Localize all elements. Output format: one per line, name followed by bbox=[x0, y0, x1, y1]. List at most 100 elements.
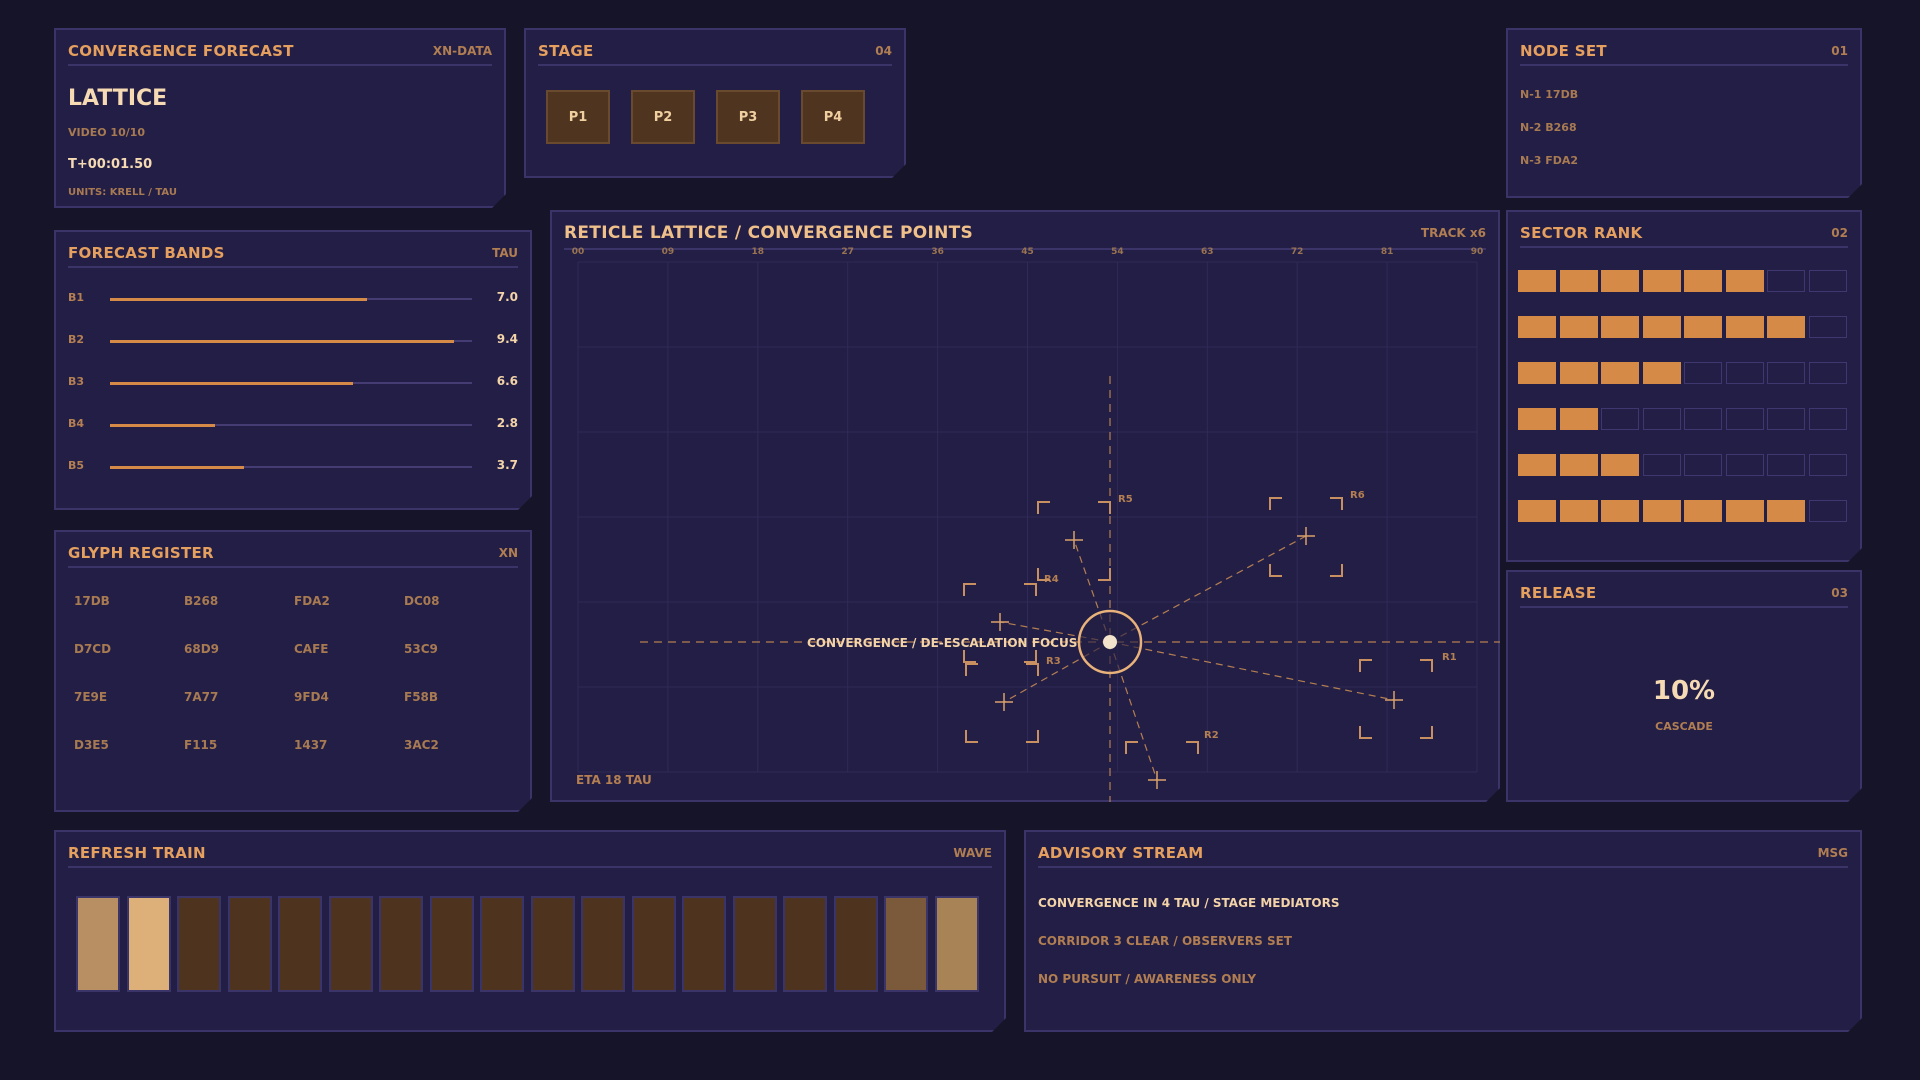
reticle-label: R5 bbox=[1118, 494, 1133, 505]
stage-p3-button[interactable]: P3 bbox=[716, 90, 780, 144]
forecast-panel: CONVERGENCE FORECAST XN-DATA LATTICE VID… bbox=[54, 28, 506, 208]
reticle-bracket bbox=[1098, 568, 1110, 580]
band-track bbox=[110, 424, 472, 426]
convergence-focus-dot bbox=[1103, 635, 1117, 649]
sector-rank-cell bbox=[1726, 270, 1764, 292]
advisory-line: NO PURSUIT / AWARENESS ONLY bbox=[1038, 972, 1257, 986]
band-fill bbox=[110, 298, 367, 301]
sector-rank-cell bbox=[1601, 454, 1639, 476]
forecast-tag: XN-DATA bbox=[432, 44, 492, 58]
refresh-train-bar bbox=[632, 896, 676, 992]
sector-rank-cell bbox=[1518, 500, 1556, 522]
glyph-item: 17DB bbox=[74, 594, 110, 608]
band-label: B3 bbox=[68, 375, 85, 388]
glyph-item: 1437 bbox=[294, 738, 328, 752]
band-value: 6.6 bbox=[496, 374, 518, 388]
sector-rank-cell bbox=[1518, 270, 1556, 292]
band-track bbox=[110, 382, 472, 384]
forecast-name: LATTICE bbox=[68, 86, 168, 111]
refresh-train-bar bbox=[581, 896, 625, 992]
train-header: REFRESH TRAIN WAVE bbox=[68, 840, 992, 868]
advisory-line: CONVERGENCE IN 4 TAU / STAGE MEDIATORS bbox=[1038, 896, 1340, 910]
glyph-item: 7E9E bbox=[74, 690, 108, 704]
sector-rank-cell bbox=[1684, 362, 1722, 384]
stage-header: STAGE 04 bbox=[538, 38, 892, 66]
sector-rank-cell bbox=[1684, 316, 1722, 338]
glyph-item: 9FD4 bbox=[294, 690, 329, 704]
sector-rank-cell bbox=[1684, 454, 1722, 476]
sector-rank-cell bbox=[1518, 408, 1556, 430]
sector-rank-cell bbox=[1809, 408, 1847, 430]
advisory-line: CORRIDOR 3 CLEAR / OBSERVERS SET bbox=[1038, 934, 1292, 948]
sector-rank-cell bbox=[1643, 408, 1681, 430]
axis-tick-label: 09 bbox=[662, 247, 675, 257]
sector-rank-cell bbox=[1809, 454, 1847, 476]
reticle-label: R3 bbox=[1046, 656, 1061, 667]
train-title: REFRESH TRAIN bbox=[68, 844, 206, 862]
reticle-lattice-panel: RETICLE LATTICE / CONVERGENCE POINTS TRA… bbox=[550, 210, 1500, 802]
glyph-item: 3AC2 bbox=[404, 738, 439, 752]
bands-tag: TAU bbox=[492, 246, 518, 260]
reticle-bracket bbox=[1420, 726, 1432, 738]
sector-rank-cell bbox=[1601, 316, 1639, 338]
glyph-header: GLYPH REGISTER XN bbox=[68, 540, 518, 568]
band-fill bbox=[110, 424, 215, 427]
bands-panel: FORECAST BANDS TAU B1 7.0 B2 9.4 B3 6.6 B4 2.8 B… bbox=[54, 230, 532, 510]
refresh-train-bar bbox=[935, 896, 979, 992]
focus-label: CONVERGENCE / DE-ESCALATION FOCUS bbox=[807, 636, 1077, 650]
stage-p4-button[interactable]: P4 bbox=[801, 90, 865, 144]
glyph-tag: XN bbox=[498, 546, 518, 560]
refresh-train-panel: REFRESH TRAIN WAVE bbox=[54, 830, 1006, 1032]
glyph-item: D3E5 bbox=[74, 738, 109, 752]
sector-rank-cell bbox=[1726, 500, 1764, 522]
reticle-label: R1 bbox=[1442, 652, 1457, 663]
glyph-item: 68D9 bbox=[184, 642, 220, 656]
glyph-item: DC08 bbox=[404, 594, 440, 608]
reticle-bracket bbox=[1420, 660, 1432, 672]
reticle-bracket bbox=[1360, 660, 1372, 672]
glyph-item: CAFE bbox=[294, 642, 329, 656]
sector-rank-cell bbox=[1767, 362, 1805, 384]
refresh-train-bar bbox=[379, 896, 423, 992]
reticle-bracket bbox=[1330, 564, 1342, 576]
refresh-train-bar bbox=[430, 896, 474, 992]
release-panel: RELEASE 03 10% CASCADE bbox=[1506, 570, 1862, 802]
reticle-bracket bbox=[964, 650, 976, 662]
sector-tag: 02 bbox=[1831, 226, 1848, 240]
stage-tag: 04 bbox=[875, 44, 892, 58]
glyph-title: GLYPH REGISTER bbox=[68, 544, 214, 562]
stage-p1-button[interactable]: P1 bbox=[546, 90, 610, 144]
reticle-bracket bbox=[1186, 742, 1198, 754]
axis-tick-label: 00 bbox=[572, 247, 585, 257]
sector-rank-cell bbox=[1809, 316, 1847, 338]
advisory-header: ADVISORY STREAM MSG bbox=[1038, 840, 1848, 868]
axis-tick-label: 45 bbox=[1021, 247, 1034, 257]
reticle-bracket bbox=[1330, 498, 1342, 510]
reticle-lattice-svg[interactable]: 00 09 18 27 36 45 54 63 72 81 90R1R2R3R4R5 R6CONVER… bbox=[552, 212, 1502, 804]
refresh-train-bar bbox=[228, 896, 272, 992]
sector-rank-cell bbox=[1767, 454, 1805, 476]
advisory-title: ADVISORY STREAM bbox=[1038, 844, 1204, 862]
sector-rank-cell bbox=[1560, 270, 1598, 292]
band-value: 7.0 bbox=[496, 290, 518, 304]
sector-rank-cell bbox=[1809, 362, 1847, 384]
node-item: N-2 B268 bbox=[1520, 121, 1577, 134]
glyph-item: 53C9 bbox=[404, 642, 438, 656]
convergence-line bbox=[1110, 642, 1394, 700]
reticle-bracket bbox=[1360, 726, 1372, 738]
forecast-header: CONVERGENCE FORECAST XN-DATA bbox=[68, 38, 492, 66]
sector-rank-cell bbox=[1643, 362, 1681, 384]
forecast-video: VIDEO 10/10 bbox=[68, 126, 146, 139]
reticle-bracket bbox=[964, 584, 976, 596]
sector-rank-cell bbox=[1643, 500, 1681, 522]
stage-p2-button[interactable]: P2 bbox=[631, 90, 695, 144]
sector-rank-cell bbox=[1726, 454, 1764, 476]
reticle-bracket bbox=[966, 664, 978, 676]
nodeset-panel: NODE SET 01 N-1 17DB N-2 B268 N-3 FDA2 bbox=[1506, 28, 1862, 198]
refresh-train-bar bbox=[884, 896, 928, 992]
node-item: N-3 FDA2 bbox=[1520, 154, 1579, 167]
sector-rank-cell bbox=[1767, 270, 1805, 292]
sector-rank-cell bbox=[1684, 270, 1722, 292]
sector-rank-cell bbox=[1601, 500, 1639, 522]
band-track bbox=[110, 340, 472, 342]
